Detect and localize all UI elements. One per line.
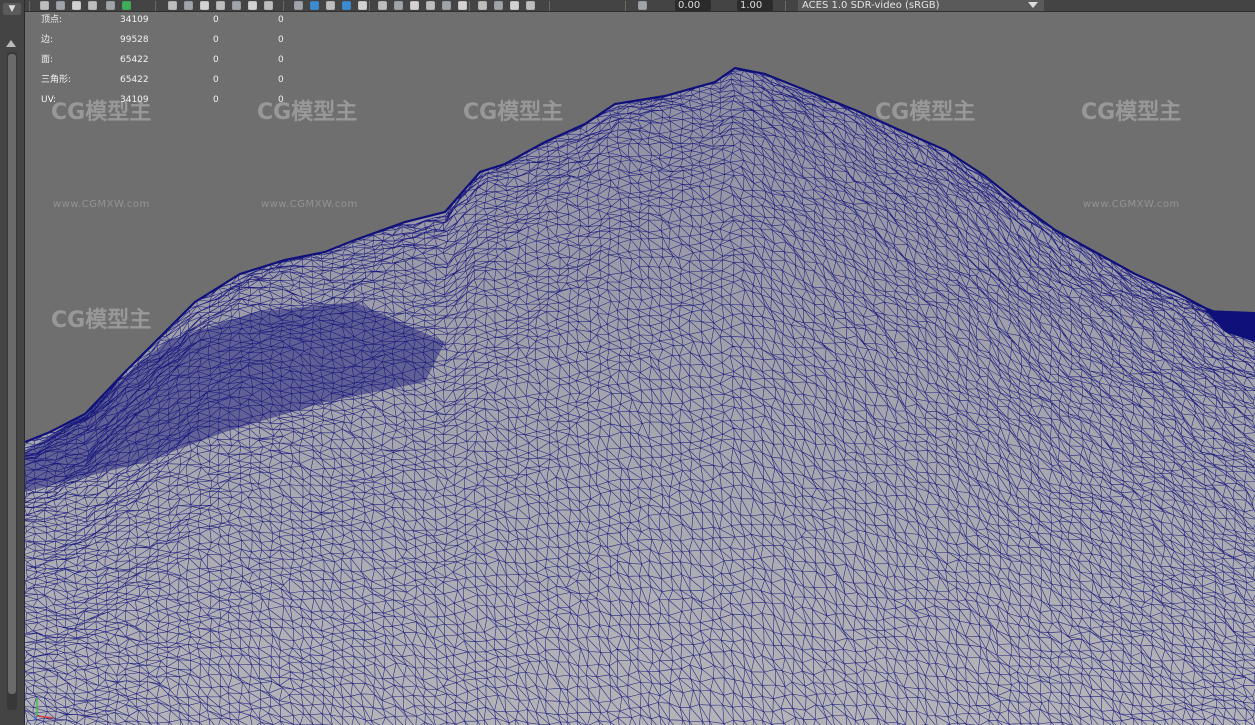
wireframe-on-shaded-icon[interactable]: [342, 1, 351, 10]
color-space-dropdown[interactable]: ACES 1.0 SDR-video (sRGB): [798, 0, 1044, 11]
hud-stat-label: 顶点:: [41, 15, 63, 25]
hud-stat-selected: 0: [213, 95, 219, 105]
grease-pencil-icon[interactable]: [122, 1, 131, 10]
hud-stat-tri: 0: [278, 35, 284, 45]
chevron-down-icon: [1028, 2, 1038, 8]
bookmark-icon[interactable]: [72, 1, 81, 10]
toolbar-separator: [785, 1, 786, 11]
toolbar-separator: [549, 1, 550, 11]
view-axis-icon: [33, 698, 54, 721]
use-default-material-icon[interactable]: [326, 1, 335, 10]
screen-space-ao-icon[interactable]: [410, 1, 419, 10]
terrain-wireframe-mesh: [25, 66, 1255, 725]
xray-active-icon[interactable]: [510, 1, 519, 10]
hud-stat-tri: 0: [278, 15, 284, 25]
hud-stat-row: 三角形: 65422 0 0: [25, 73, 325, 87]
exposure-field[interactable]: 0.00: [675, 0, 711, 11]
hud-stat-value: 99528: [120, 35, 149, 45]
toolbar-separator: [369, 1, 370, 11]
viewport-panel-toolbar: 0.00 1.00 ACES 1.0 SDR-video (sRGB): [25, 0, 1255, 12]
isolate-select-icon[interactable]: [478, 1, 487, 10]
hud-stat-label: 边:: [41, 35, 54, 45]
poly-count-hud: 顶点: 34109 0 0 边: 99528 0 0 面: 65422 0 0 三角形: 65422 0 0 U…: [25, 12, 325, 112]
toolbar-separator: [283, 1, 284, 11]
camera-icon[interactable]: [40, 1, 49, 10]
toolbar-separator: [469, 1, 470, 11]
hud-stat-tri: 0: [278, 55, 284, 65]
hud-stat-tri: 0: [278, 95, 284, 105]
color-space-label: ACES 1.0 SDR-video (sRGB): [802, 0, 940, 11]
hud-stat-label: 面:: [41, 55, 54, 65]
image-plane-icon[interactable]: [88, 1, 97, 10]
hud-stat-selected: 0: [213, 15, 219, 25]
xray-joints-icon[interactable]: [494, 1, 503, 10]
hud-stat-value: 34109: [120, 95, 149, 105]
hud-stat-selected: 0: [213, 75, 219, 85]
vertical-scrollbar[interactable]: [7, 52, 17, 710]
toolbar-separator: [155, 1, 156, 11]
maya-viewport-window: ▼ 0.00 1.00 ACES 1.0 SDR-video (sRGB) CG…: [0, 0, 1255, 725]
hud-stat-row: 面: 65422 0 0: [25, 53, 325, 67]
field-chart-icon[interactable]: [232, 1, 241, 10]
hud-stat-tri: 0: [278, 75, 284, 85]
hud-stat-row: 顶点: 34109 0 0: [25, 13, 325, 27]
hud-stat-label: UV:: [41, 95, 57, 105]
gate-mask-icon[interactable]: [216, 1, 225, 10]
scroll-up-arrow-icon[interactable]: [6, 40, 16, 47]
shadows-icon[interactable]: [394, 1, 403, 10]
scrollbar-thumb[interactable]: [8, 54, 16, 694]
grid-icon[interactable]: [168, 1, 177, 10]
smooth-shade-icon[interactable]: [310, 1, 319, 10]
camera-attr-icon[interactable]: [56, 1, 65, 10]
hud-stat-row: 边: 99528 0 0: [25, 33, 325, 47]
hud-stat-row: UV: 34109 0 0: [25, 93, 325, 107]
hud-stat-value: 65422: [120, 55, 149, 65]
safe-action-icon[interactable]: [248, 1, 257, 10]
anti-aliasing-icon[interactable]: [442, 1, 451, 10]
gamma-field[interactable]: 1.00: [737, 0, 773, 11]
depth-of-field-icon[interactable]: [458, 1, 467, 10]
resolution-gate-icon[interactable]: [200, 1, 209, 10]
hud-stat-label: 三角形:: [41, 75, 72, 85]
exposure-icon[interactable]: [638, 1, 647, 10]
xray-icon[interactable]: [358, 1, 367, 10]
default-lighting-icon[interactable]: [378, 1, 387, 10]
safe-title-icon[interactable]: [264, 1, 273, 10]
toolbar-separator: [29, 1, 30, 11]
panel-menu-button[interactable]: ▼: [3, 3, 21, 15]
toolbar-separator: [625, 1, 626, 11]
hud-stat-value: 65422: [120, 75, 149, 85]
motion-blur-icon[interactable]: [426, 1, 435, 10]
wireframe-icon[interactable]: [294, 1, 303, 10]
hud-stat-value: 34109: [120, 15, 149, 25]
hud-stat-selected: 0: [213, 55, 219, 65]
2d-pan-icon[interactable]: [106, 1, 115, 10]
film-gate-icon[interactable]: [184, 1, 193, 10]
backface-culling-icon[interactable]: [526, 1, 535, 10]
3d-viewport[interactable]: CG模型主 CG模型主 CG模型主 CG模型主 CG模型主 CG模型主 www.CGMXW.…: [25, 12, 1255, 725]
hud-stat-selected: 0: [213, 35, 219, 45]
left-tool-strip: ▼: [0, 0, 25, 725]
